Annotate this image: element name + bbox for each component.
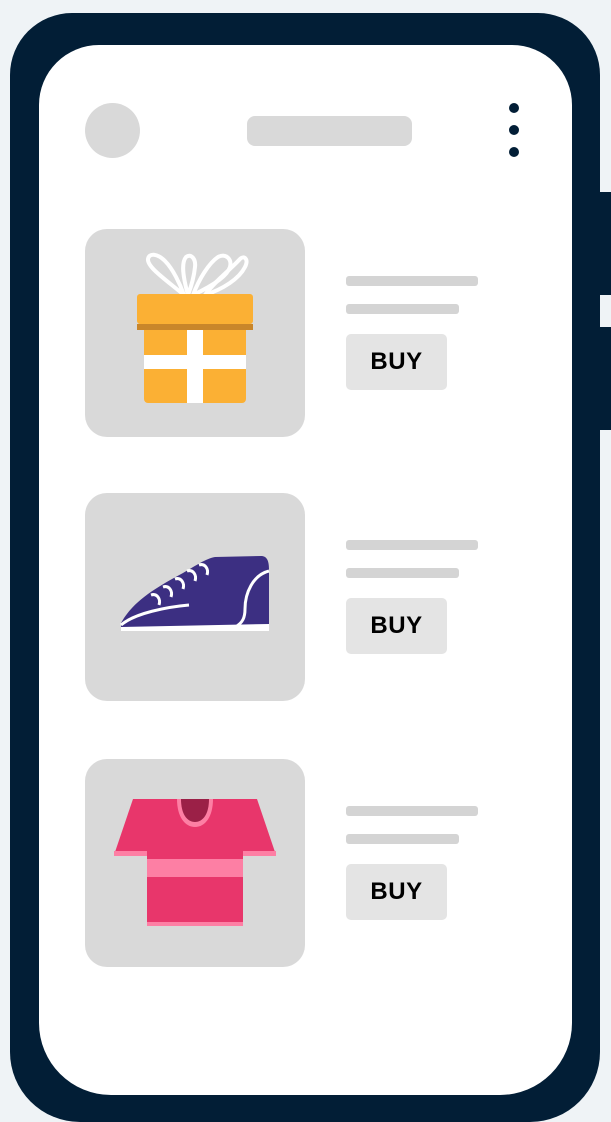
sneaker-icon xyxy=(120,556,270,631)
buy-button[interactable]: BUY xyxy=(346,334,447,390)
buy-button[interactable]: BUY xyxy=(346,864,447,920)
product-title-placeholder xyxy=(346,276,478,286)
gift-box-icon xyxy=(137,252,253,403)
buy-button[interactable]: BUY xyxy=(346,598,447,654)
side-button-upper xyxy=(598,192,611,295)
product-subtitle-placeholder xyxy=(346,834,459,844)
product-title-placeholder xyxy=(346,540,478,550)
product-title-placeholder xyxy=(346,806,478,816)
product-card-gift[interactable] xyxy=(85,229,305,437)
product-card-tshirt[interactable] xyxy=(85,759,305,967)
product-subtitle-placeholder xyxy=(346,304,459,314)
menu-dot xyxy=(509,103,519,113)
avatar[interactable] xyxy=(85,103,140,158)
menu-dot xyxy=(509,147,519,157)
product-subtitle-placeholder xyxy=(346,568,459,578)
t-shirt-icon xyxy=(114,799,276,926)
menu-dot xyxy=(509,125,519,135)
title-placeholder xyxy=(247,116,412,146)
kebab-menu-icon[interactable] xyxy=(503,100,525,162)
side-button-lower xyxy=(598,327,611,430)
product-card-sneaker[interactable] xyxy=(85,493,305,701)
